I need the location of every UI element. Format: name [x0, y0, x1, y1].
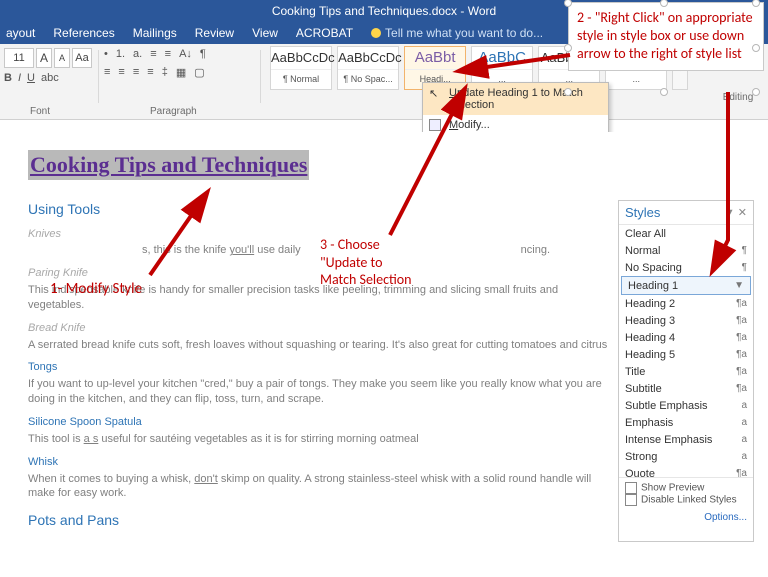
document-body: Cooking Tips and Techniques Using Tools …	[18, 132, 618, 562]
tab-view[interactable]: View	[252, 26, 278, 40]
font-group-label: Font	[30, 106, 50, 117]
tell-me[interactable]: Tell me what you want to do...	[371, 26, 543, 40]
style-item-intense-emphasis[interactable]: Intense Emphasisa	[619, 431, 753, 448]
whisk-body[interactable]: When it comes to buying a whisk, don't s…	[28, 472, 608, 502]
shrink-font-button[interactable]: A	[54, 48, 70, 68]
show-preview-checkbox[interactable]: Show Preview	[625, 482, 747, 494]
styles-pane-close[interactable]: ▼ ✕	[724, 206, 747, 219]
annotation-1: 1- Modify Style	[50, 280, 142, 299]
underline-button[interactable]: U	[27, 72, 35, 84]
annotation-2: 2 - "Right Click" on appropriate style i…	[568, 2, 764, 71]
sub-bread[interactable]: Bread Knife	[28, 321, 618, 336]
ctx-update-to-match[interactable]: ↖ Update Heading 1 to Match Selection	[423, 83, 608, 115]
style-item-heading-1[interactable]: Heading 1▼	[621, 276, 751, 295]
tab-layout[interactable]: ayout	[6, 26, 35, 40]
align-right-button[interactable]: ≡	[133, 66, 139, 79]
styles-pane-title: Styles	[625, 205, 660, 220]
inc-indent-button[interactable]: ≡	[165, 48, 171, 60]
font-size[interactable]: 11	[4, 48, 34, 68]
bulb-icon	[371, 28, 381, 38]
font-format-row: B I U abc	[4, 72, 94, 84]
style-item-quote[interactable]: Quote¶a	[619, 465, 753, 477]
bread-body[interactable]: A serrated bread knife cuts soft, fresh …	[28, 338, 608, 353]
style-item-subtle-emphasis[interactable]: Subtle Emphasisa	[619, 397, 753, 414]
grow-font-button[interactable]: A	[36, 48, 52, 68]
paragraph-group-label: Paragraph	[150, 106, 197, 117]
sort-button[interactable]: A↓	[179, 48, 192, 60]
change-case-button[interactable]: Aa	[72, 48, 92, 68]
styles-pane: Styles▼ ✕ Clear AllNormal¶No Spacing¶Hea…	[618, 200, 754, 542]
sub-spatula[interactable]: Silicone Spoon Spatula	[28, 415, 618, 430]
doc-title[interactable]: Cooking Tips and Techniques	[28, 150, 309, 180]
line-spacing-button[interactable]: ‡	[162, 66, 168, 79]
style-item-clear-all[interactable]: Clear All	[619, 225, 753, 242]
modify-icon	[429, 119, 441, 131]
multilevel-button[interactable]: a.	[133, 48, 142, 60]
sub-whisk[interactable]: Whisk	[28, 455, 618, 470]
style-tile-nospacing[interactable]: AaBbCcDc¶ No Spac...	[337, 46, 399, 90]
spatula-body[interactable]: This tool is a s useful for sautéing veg…	[28, 432, 608, 447]
style-item-subtitle[interactable]: Subtitle¶a	[619, 380, 753, 397]
style-item-heading-4[interactable]: Heading 4¶a	[619, 329, 753, 346]
disable-linked-checkbox[interactable]: Disable Linked Styles	[625, 494, 747, 506]
style-item-no-spacing[interactable]: No Spacing¶	[619, 259, 753, 276]
sub-tongs[interactable]: Tongs	[28, 360, 618, 375]
bullets-button[interactable]: •	[104, 48, 108, 60]
styles-pane-list[interactable]: Clear AllNormal¶No Spacing¶Heading 1▼Hea…	[619, 225, 753, 477]
italic-button[interactable]: I	[18, 72, 21, 84]
tab-acrobat[interactable]: ACROBAT	[296, 26, 353, 40]
style-item-title[interactable]: Title¶a	[619, 363, 753, 380]
tongs-body[interactable]: If you want to up-level your kitchen "cr…	[28, 377, 608, 407]
styles-options-link[interactable]: Options...	[619, 510, 753, 525]
borders-button[interactable]: ▢	[194, 66, 204, 79]
style-item-heading-5[interactable]: Heading 5¶a	[619, 346, 753, 363]
annotation-3: 3 - Choose"Update toMatch Selection	[320, 236, 412, 289]
pilcrow-button[interactable]: ¶	[200, 48, 206, 60]
style-item-normal[interactable]: Normal¶	[619, 242, 753, 259]
align-center-button[interactable]: ≡	[118, 66, 124, 79]
shading-button[interactable]: ▦	[176, 66, 186, 79]
tab-references[interactable]: References	[53, 26, 114, 40]
dec-indent-button[interactable]: ≡	[150, 48, 156, 60]
align-left-button[interactable]: ≡	[104, 66, 110, 79]
style-item-emphasis[interactable]: Emphasisa	[619, 414, 753, 431]
tab-review[interactable]: Review	[195, 26, 234, 40]
style-item-heading-3[interactable]: Heading 3¶a	[619, 312, 753, 329]
knives-body[interactable]: Also known as a cook'ss, this is the kni…	[28, 243, 608, 258]
style-tile-normal[interactable]: AaBbCcDc¶ Normal	[270, 46, 332, 90]
justify-button[interactable]: ≡	[147, 66, 153, 79]
cursor-icon: ↖	[429, 87, 441, 99]
heading-pots[interactable]: Pots and Pans	[28, 511, 618, 530]
strike-button[interactable]: abc	[41, 72, 59, 84]
style-item-strong[interactable]: Stronga	[619, 448, 753, 465]
bold-button[interactable]: B	[4, 72, 12, 84]
tab-mailings[interactable]: Mailings	[133, 26, 177, 40]
heading-using-tools[interactable]: Using Tools	[28, 200, 618, 219]
numbering-button[interactable]: 1.	[116, 48, 125, 60]
style-item-heading-2[interactable]: Heading 2¶a	[619, 295, 753, 312]
